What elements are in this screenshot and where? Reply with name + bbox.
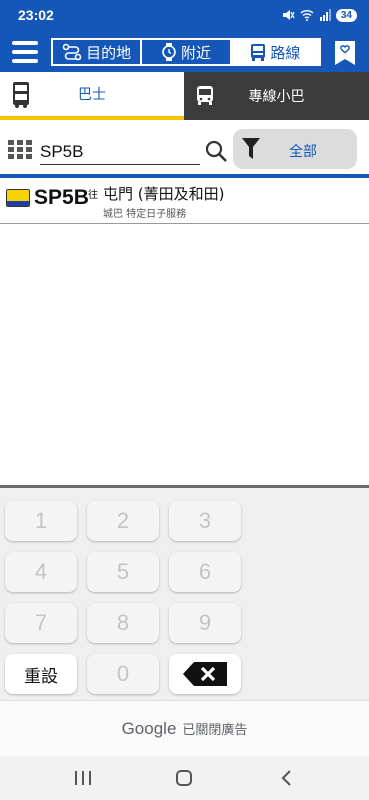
watch-icon (162, 43, 176, 61)
backspace-button[interactable] (169, 654, 241, 694)
search-icon[interactable] (204, 139, 228, 163)
keypad-grid-icon[interactable] (8, 140, 32, 160)
search-row: 全部 (0, 120, 369, 176)
tab-bus[interactable]: 巴士 (0, 72, 184, 120)
segment-destination-label: 目的地 (86, 43, 132, 62)
filter-funnel-icon (242, 138, 260, 159)
key-5[interactable]: 5 (87, 552, 159, 592)
key-6[interactable]: 6 (169, 552, 241, 592)
status-time: 23:02 (18, 7, 54, 23)
reset-button[interactable]: 重設 (5, 654, 77, 694)
home-icon[interactable] (173, 768, 195, 788)
mode-segmented-control: 目的地 附近 路線 (51, 38, 321, 66)
key-7[interactable]: 7 (5, 603, 77, 643)
mute-icon (282, 10, 295, 20)
key-8[interactable]: 8 (87, 603, 159, 643)
app-bar: 目的地 附近 路線 (0, 32, 369, 72)
ad-brand: Google (121, 718, 177, 738)
wifi-icon (300, 10, 314, 21)
backspace-icon (183, 662, 227, 686)
battery-indicator: 34 (335, 8, 357, 22)
route-destination: 屯門 (菁田及和田) (103, 185, 225, 203)
bus-front-icon (251, 44, 266, 61)
double-decker-bus-icon (13, 82, 29, 108)
filter-label: 全部 (289, 144, 317, 160)
route-icon (62, 43, 82, 61)
route-number: SP5B (34, 186, 89, 209)
operator-color-icon (6, 189, 30, 207)
route-result-row[interactable]: SP5B 往 屯門 (菁田及和田) 城巴 特定日子服務 (0, 178, 369, 224)
tab-minibus-label: 專線小巴 (248, 89, 305, 105)
direction-mark: 往 (88, 190, 98, 201)
segment-destination[interactable]: 目的地 (53, 40, 143, 64)
signal-icon (319, 9, 331, 21)
system-navigation-bar (0, 756, 369, 800)
segment-nearby[interactable]: 附近 (142, 40, 232, 64)
minibus-icon (197, 86, 213, 105)
tab-bus-label: 巴士 (78, 87, 106, 103)
ad-status-text: 已關閉廣告 (182, 723, 248, 738)
key-0[interactable]: 0 (87, 654, 159, 694)
route-keypad: 1 2 3 4 5 6 7 8 9 重設 0 (0, 485, 369, 700)
key-9[interactable]: 9 (169, 603, 241, 643)
tab-minibus[interactable]: 專線小巴 (184, 72, 369, 120)
menu-icon[interactable] (12, 39, 38, 65)
segment-routes-label: 路線 (270, 43, 301, 62)
status-icons: 34 (281, 8, 357, 22)
segment-routes[interactable]: 路線 (231, 40, 319, 64)
back-icon[interactable] (276, 768, 298, 788)
route-subtitle: 城巴 特定日子服務 (103, 209, 187, 220)
status-bar: 23:02 34 (0, 0, 369, 32)
key-1[interactable]: 1 (5, 501, 77, 541)
recent-apps-icon[interactable] (72, 768, 94, 788)
key-2[interactable]: 2 (87, 501, 159, 541)
route-search-input[interactable] (40, 139, 200, 165)
saved-bookmark-icon[interactable] (333, 39, 357, 67)
transport-tabs: 巴士 專線小巴 (0, 72, 369, 120)
ad-banner: Google 已關閉廣告 (0, 700, 369, 756)
segment-nearby-label: 附近 (180, 43, 211, 62)
key-4[interactable]: 4 (5, 552, 77, 592)
filter-button[interactable]: 全部 (233, 129, 357, 169)
key-3[interactable]: 3 (169, 501, 241, 541)
